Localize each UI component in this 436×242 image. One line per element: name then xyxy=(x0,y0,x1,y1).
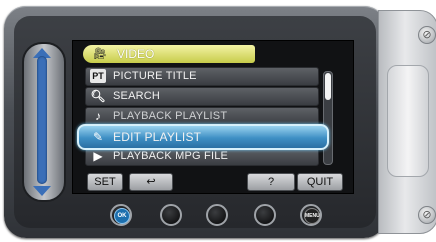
menu-item-picture-title[interactable]: PT PICTURE TITLE xyxy=(85,67,319,86)
menu-item-search[interactable]: 🔍︎ SEARCH xyxy=(85,87,319,106)
menu-item-label: PLAYBACK PLAYLIST xyxy=(113,110,228,122)
menu-item-label: PICTURE TITLE xyxy=(113,70,197,82)
touch-slider[interactable] xyxy=(22,42,66,202)
picture-title-icon: PT xyxy=(90,69,106,83)
menu-item-label: SEARCH xyxy=(113,90,161,102)
menu-title-tab: 🎥︎ VIDEO xyxy=(83,45,255,63)
slider-track[interactable] xyxy=(37,56,47,184)
quit-button[interactable]: QUIT xyxy=(297,173,343,191)
hardware-button-4[interactable] xyxy=(254,204,276,226)
video-camera-icon: 🎥︎ xyxy=(93,48,107,60)
set-button[interactable]: SET xyxy=(87,173,123,191)
hardware-button-2[interactable] xyxy=(160,204,182,226)
soft-button-bar: SET ↩ ? QUIT xyxy=(85,173,343,191)
screw-top-icon: ⊘ xyxy=(418,26,436,44)
menu-item-label: PLAYBACK MPG FILE xyxy=(113,150,229,162)
slider-down-arrow-icon[interactable] xyxy=(33,186,51,196)
menu-hardware-button[interactable]: MENU xyxy=(300,204,322,226)
menu-item-label: EDIT PLAYLIST xyxy=(113,130,202,144)
help-button[interactable]: ? xyxy=(247,173,295,191)
ok-hardware-button[interactable]: OK xyxy=(110,204,132,226)
hardware-button-3[interactable] xyxy=(206,204,228,226)
scroll-thumb[interactable] xyxy=(325,73,331,100)
hinge-window xyxy=(387,65,429,177)
lcd-screen: 🎥︎ VIDEO PT PICTURE TITLE 🔍︎ SEARCH ♪ PLAYBAC… xyxy=(72,40,354,194)
ok-label: OK xyxy=(114,208,130,224)
playback-playlist-icon: ♪ xyxy=(95,109,101,123)
screw-bottom-icon: ⊘ xyxy=(418,206,436,224)
menu-label: MENU xyxy=(304,208,320,224)
menu-scrollbar[interactable] xyxy=(323,71,333,165)
menu-title-label: VIDEO xyxy=(117,47,155,61)
menu-item-edit-playlist[interactable]: ✎ EDIT PLAYLIST xyxy=(77,124,329,150)
search-icon: 🔍︎ xyxy=(90,89,106,103)
back-button[interactable]: ↩ xyxy=(129,173,173,191)
playback-mpg-icon: ▶ xyxy=(93,149,103,163)
edit-playlist-icon: ✎ xyxy=(92,130,104,144)
